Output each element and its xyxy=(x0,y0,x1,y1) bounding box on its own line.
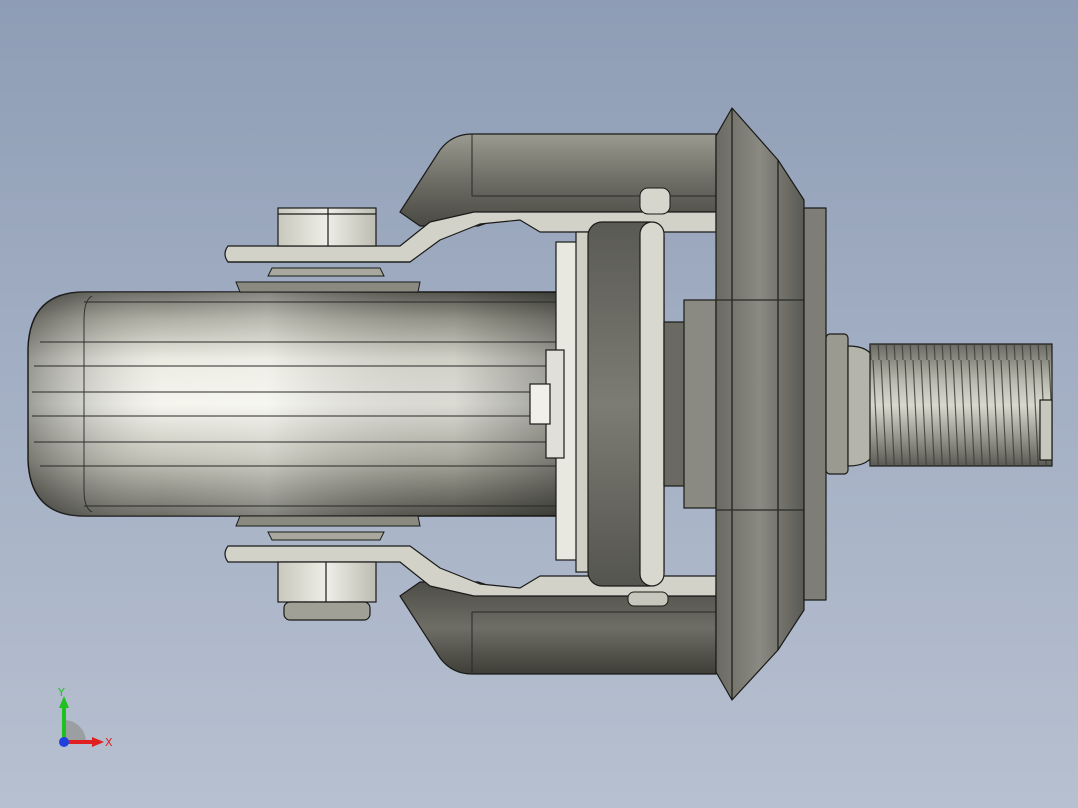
coordinate-triad: Y X xyxy=(57,686,113,749)
mounting-flange xyxy=(715,107,849,701)
fork-stud-top xyxy=(639,187,671,215)
brake-plate xyxy=(529,221,717,587)
threaded-stem xyxy=(847,343,1053,467)
fork-stud-bottom xyxy=(627,591,669,607)
axle-washer-top xyxy=(235,267,421,293)
hex-nut-bottom xyxy=(277,561,377,621)
x-arrow-icon xyxy=(92,737,104,747)
x-axis-label: X xyxy=(105,736,113,749)
z-axis-icon xyxy=(59,737,69,747)
cad-viewport[interactable] xyxy=(0,0,1078,808)
axle-washer-bottom xyxy=(235,515,421,541)
hex-nut-top xyxy=(277,207,377,247)
wheel xyxy=(27,291,561,517)
y-axis-label: Y xyxy=(57,686,65,699)
